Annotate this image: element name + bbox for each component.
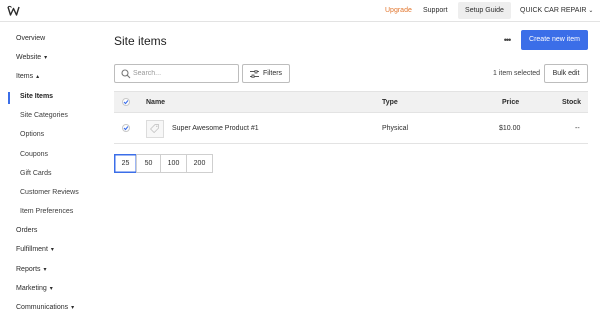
upgrade-link[interactable]: Upgrade	[385, 6, 412, 16]
sidebar-item-label: Items	[16, 73, 34, 80]
product-thumbnail	[146, 120, 164, 138]
sliders-icon	[250, 70, 259, 78]
filters-label: Filters	[263, 70, 283, 77]
active-indicator	[8, 92, 10, 104]
search-input[interactable]	[133, 67, 233, 80]
sidebar-item-label: Gift Cards	[20, 170, 52, 177]
select-all-checkbox[interactable]	[122, 98, 130, 106]
sidebar-item-overview[interactable]: Overview	[16, 34, 45, 44]
bulk-edit-button[interactable]: Bulk edit	[544, 64, 588, 83]
chevron-down-icon: ▾	[50, 247, 54, 253]
sidebar-item-label: Site Categories	[20, 112, 68, 119]
page-size-100[interactable]: 100	[160, 154, 187, 173]
sidebar-item-website[interactable]: Website ▾	[16, 53, 47, 63]
chevron-up-icon: ▴	[36, 74, 40, 80]
column-header-stock[interactable]: Stock	[562, 98, 581, 108]
sidebar-item-label: Customer Reviews	[20, 189, 79, 196]
site-name: QUICK CAR REPAIR	[520, 7, 587, 14]
more-options-icon[interactable]: •••	[500, 35, 514, 45]
sidebar-item-coupons[interactable]: Coupons	[20, 150, 48, 160]
page-size-50[interactable]: 50	[136, 154, 161, 173]
create-new-item-button[interactable]: Create new item	[521, 30, 588, 50]
sidebar-item-items[interactable]: Items ▴	[16, 72, 39, 82]
filters-button[interactable]: Filters	[242, 64, 290, 83]
row-checkbox[interactable]	[122, 124, 130, 132]
sidebar-item-label: Orders	[16, 227, 38, 234]
tag-icon	[149, 124, 159, 134]
sidebar-item-orders[interactable]: Orders	[16, 226, 37, 236]
column-header-name[interactable]: Name	[146, 98, 165, 108]
table-row[interactable]: Super Awesome Product #1 Physical $10.00…	[114, 113, 588, 144]
setup-guide-button[interactable]: Setup Guide	[458, 2, 511, 19]
column-header-type[interactable]: Type	[382, 98, 398, 108]
support-link[interactable]: Support	[423, 6, 448, 16]
check-icon	[123, 126, 129, 131]
product-name[interactable]: Super Awesome Product #1	[172, 124, 259, 134]
check-icon	[123, 100, 129, 105]
sidebar-item-site-items[interactable]: Site Items	[20, 92, 53, 102]
chevron-down-icon: ▾	[49, 286, 53, 292]
column-header-price[interactable]: Price	[502, 98, 519, 108]
site-selector[interactable]: QUICK CAR REPAIR ⌄	[520, 6, 593, 16]
search-icon	[121, 69, 131, 79]
page-size-200[interactable]: 200	[186, 154, 213, 173]
chevron-down-icon: ▾	[71, 305, 75, 311]
sidebar-item-label: Reports	[16, 266, 41, 273]
sidebar-item-options[interactable]: Options	[20, 130, 44, 140]
product-type: Physical	[382, 125, 409, 132]
sidebar-item-marketing[interactable]: Marketing ▾	[16, 284, 53, 294]
sidebar-item-communications[interactable]: Communications ▾	[16, 303, 74, 313]
product-price: $10.00	[499, 125, 521, 132]
sidebar-item-label: Website	[16, 54, 42, 61]
weebly-logo-icon[interactable]	[7, 5, 20, 17]
sidebar-item-label: Site Items	[20, 93, 54, 100]
chevron-down-icon: ▾	[43, 267, 47, 273]
chevron-down-icon: ⌄	[588, 8, 594, 14]
page-title: Site items	[114, 34, 167, 48]
sidebar-item-fulfillment[interactable]: Fulfillment ▾	[16, 245, 54, 255]
table-header: Name Type Price Stock	[114, 91, 588, 113]
product-stock: --	[575, 125, 580, 132]
sidebar-item-label: Options	[20, 131, 45, 138]
sidebar: Overview Website ▾ Items ▴ Site Items Site…	[0, 23, 100, 325]
search-box	[114, 64, 239, 83]
sidebar-item-label: Item Preferences	[20, 208, 74, 215]
sidebar-item-reports[interactable]: Reports ▾	[16, 265, 47, 275]
sidebar-item-label: Coupons	[20, 151, 49, 158]
selection-count: 1 item selected	[493, 70, 541, 77]
sidebar-item-customer-reviews[interactable]: Customer Reviews	[20, 188, 79, 198]
sidebar-item-label: Communications	[16, 304, 69, 311]
sidebar-item-label: Fulfillment	[16, 246, 48, 253]
sidebar-item-label: Overview	[16, 35, 46, 42]
top-bar: Upgrade Support Setup Guide QUICK CAR RE…	[0, 0, 600, 22]
sidebar-item-item-preferences[interactable]: Item Preferences	[20, 207, 73, 217]
sidebar-item-label: Marketing	[16, 285, 47, 292]
sidebar-item-site-categories[interactable]: Site Categories	[20, 111, 68, 121]
page-size-25[interactable]: 25	[114, 154, 137, 173]
chevron-down-icon: ▾	[44, 55, 48, 61]
sidebar-item-gift-cards[interactable]: Gift Cards	[20, 169, 52, 179]
